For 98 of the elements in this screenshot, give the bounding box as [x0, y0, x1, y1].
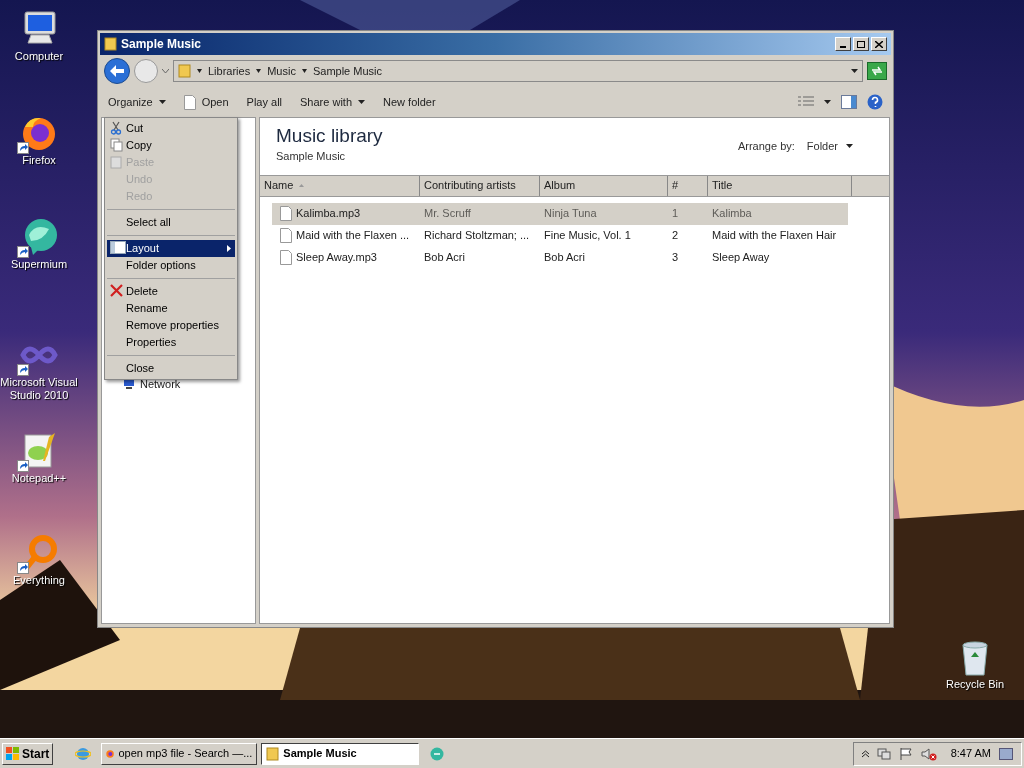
breadcrumb-arrow-icon	[301, 69, 307, 73]
file-row[interactable]: Kalimba.mp3 Mr. Scruff Ninja Tuna 1 Kalimba	[272, 202, 848, 225]
refresh-icon	[871, 66, 883, 76]
address-bar[interactable]: Libraries Music Sample Music	[173, 60, 863, 82]
menu-item[interactable]: Cut	[107, 120, 235, 137]
close-button[interactable]	[871, 37, 887, 51]
table-cell-text: Ninja Tuna	[544, 206, 597, 222]
menu-item[interactable]: Close	[107, 360, 235, 377]
desktop-icon-label[interactable]: Recycle Bin	[945, 678, 1005, 691]
arrange-dropdown[interactable]: Folder	[806, 138, 853, 155]
table-cell-text: Sleep Away.mp3	[296, 250, 377, 266]
desktop-icon-label[interactable]: Notepad++	[11, 472, 67, 485]
file-icon	[280, 250, 292, 265]
layout-icon	[110, 241, 126, 254]
library-subtitle: Sample Music	[276, 149, 347, 164]
maximize-icon	[857, 40, 865, 48]
table-cell-text: Bob Acri	[544, 250, 585, 266]
breadcrumb-item[interactable]: Libraries	[208, 62, 251, 80]
minimize-button[interactable]	[835, 37, 851, 51]
table-cell-text: Fine Music, Vol. 1	[544, 228, 631, 244]
toolbar-button[interactable]: Organize	[108, 93, 166, 111]
refresh-button[interactable]	[867, 62, 887, 80]
toolbar-button[interactable]: Share with	[300, 93, 365, 111]
table-cell-text: 3	[672, 250, 679, 266]
desktop-icon-label[interactable]: Computer	[14, 50, 64, 63]
help-icon[interactable]	[867, 94, 883, 110]
chevron-up-icon[interactable]	[861, 749, 869, 758]
toolbar-button[interactable]: New folder	[383, 93, 436, 111]
table-cell-text: Mr. Scruff	[424, 206, 471, 222]
dropdown-caret-icon	[358, 100, 365, 104]
clock[interactable]: 8:47 AM	[950, 745, 991, 762]
table-cell-text: Maid with the Flaxen ...	[296, 228, 410, 244]
table-cell-text: Maid with the Flaxen Hair	[712, 228, 837, 244]
column-header[interactable]: Contributing artists	[420, 175, 540, 196]
desktop-icon-label[interactable]: Microsoft Visual Studio 2010	[0, 376, 78, 402]
column-header[interactable]: Title	[708, 175, 852, 196]
clipboard-icon	[110, 155, 122, 169]
breadcrumb-item[interactable]: Sample Music	[312, 62, 382, 80]
arrange-label: Arrange by:	[737, 139, 795, 154]
table-cell-text: Sleep Away	[712, 250, 770, 266]
menu-item[interactable]: Remove properties	[107, 317, 235, 334]
back-arrow-icon	[110, 65, 124, 77]
history-caret-icon	[162, 69, 169, 73]
dropdown-caret-icon	[824, 100, 831, 104]
start-button[interactable]: Start	[2, 742, 54, 765]
file-icon	[280, 206, 292, 221]
library-title: Music library	[276, 124, 383, 148]
taskbar-button[interactable]: Sample Music	[261, 742, 420, 765]
muted-speaker-icon[interactable]	[920, 746, 937, 761]
file-row[interactable]: Sleep Away.mp3 Bob Acri Bob Acri 3 Sleep Away	[272, 246, 848, 269]
delete-icon	[110, 284, 123, 297]
sort-arrow-icon	[299, 184, 305, 187]
table-cell-text: Kalimba	[712, 206, 752, 222]
network-icon[interactable]	[876, 746, 891, 761]
toolbar-button[interactable]: Play all	[246, 93, 283, 111]
menu-item[interactable]: Properties	[107, 334, 235, 351]
table-cell-text: Richard Stoltzman; ...	[424, 228, 530, 244]
menu-item[interactable]: Rename	[107, 300, 235, 317]
toolbar-button[interactable]: Open	[183, 93, 229, 111]
table-cell-text: Kalimba.mp3	[296, 206, 361, 222]
preview-pane-icon[interactable]	[841, 95, 857, 109]
maximize-button[interactable]	[853, 37, 869, 51]
table-cell-text: Bob Acri	[424, 250, 465, 266]
windows-flag-icon	[6, 746, 20, 761]
column-header[interactable]: Album	[540, 175, 668, 196]
file-row[interactable]: Maid with the Flaxen ... Richard Stoltzman; ... Fine Music, Vol. 1 2 Maid with the Flaxen Hair	[272, 224, 848, 247]
desktop-icon-label[interactable]: Firefox	[22, 154, 56, 167]
file-icon	[280, 228, 292, 243]
nav-item[interactable]: Network	[140, 376, 181, 393]
dropdown-caret-icon	[158, 100, 166, 104]
desktop-icon-label[interactable]: Supermium	[10, 258, 68, 271]
menu-item[interactable]: Copy	[107, 137, 235, 154]
menu-item[interactable]: Folder options	[107, 257, 235, 274]
menu-item[interactable]: Select all	[107, 214, 235, 231]
menu-item[interactable]: Delete	[107, 283, 235, 300]
breadcrumb-arrow-icon	[256, 69, 262, 73]
menu-item[interactable]: Layout	[107, 240, 235, 257]
table-cell-text: 1	[672, 206, 679, 222]
flag-icon[interactable]	[898, 746, 913, 761]
folder-icon	[104, 37, 117, 51]
document-icon	[183, 94, 196, 110]
column-header[interactable]: #	[668, 175, 708, 196]
table-cell-text: 2	[672, 228, 679, 244]
scissors-icon	[110, 121, 122, 135]
breadcrumb-arrow-icon	[197, 69, 202, 73]
folder-icon	[266, 746, 280, 761]
back-button[interactable]	[104, 58, 130, 84]
folder-icon	[178, 64, 191, 78]
breadcrumb-item[interactable]: Music	[267, 62, 296, 80]
dropdown-caret-icon	[846, 144, 853, 149]
window-title: Sample Music	[121, 36, 202, 53]
column-header[interactable]: Name	[260, 175, 420, 196]
address-dropdown-icon	[851, 69, 858, 73]
show-desktop-icon[interactable]	[999, 747, 1013, 760]
copy-icon	[110, 138, 123, 152]
submenu-arrow-icon	[227, 245, 231, 252]
taskbar-button[interactable]: open mp3 file - Search —...	[101, 742, 258, 765]
close-icon	[875, 40, 883, 48]
